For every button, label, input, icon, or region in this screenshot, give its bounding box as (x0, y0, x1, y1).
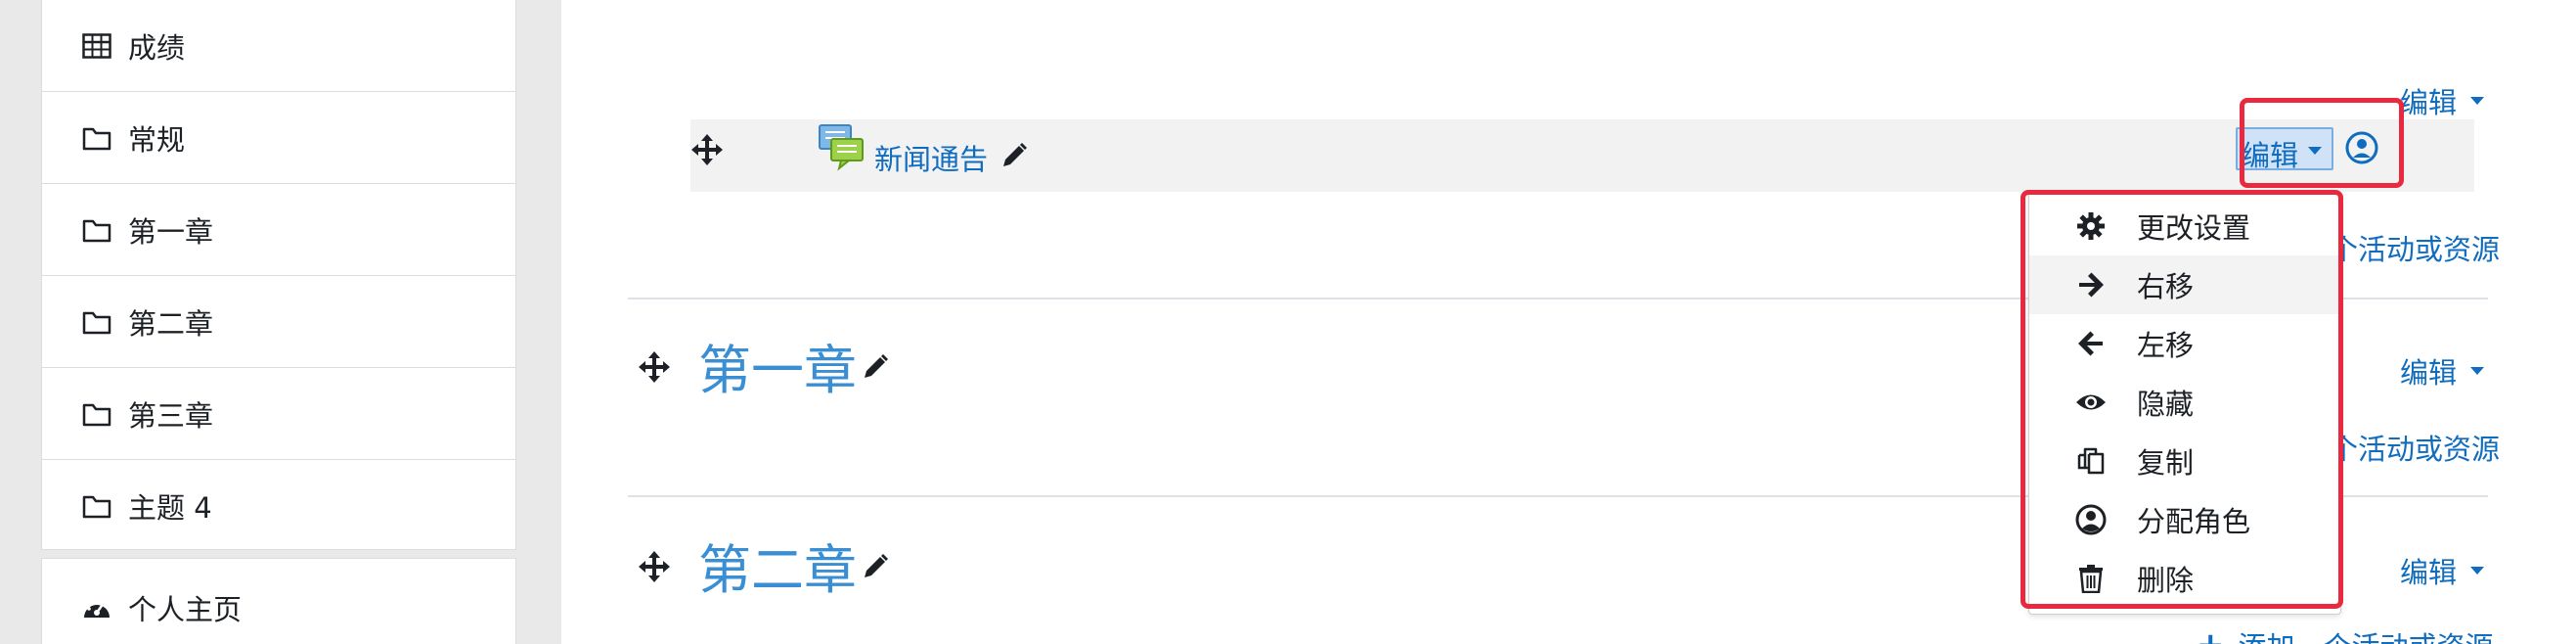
add-activity-link[interactable]: 个活动或资源 (2330, 427, 2500, 468)
folder-icon (81, 398, 112, 430)
highlight-box (2021, 190, 2343, 609)
sidebar-item-label: 第一章 (128, 214, 214, 249)
add-activity-link[interactable]: + 添加一个活动或资源 (2197, 624, 2494, 644)
sidebar-item-general[interactable]: 常规 (42, 92, 515, 184)
sidebar-item-label: 个人主页 (128, 593, 243, 626)
activity-row: 新闻通告 编辑 (690, 119, 2474, 192)
chevron-down-icon (2470, 567, 2485, 575)
sidebar-item-label: 第三章 (128, 398, 214, 433)
highlight-box (2240, 98, 2404, 188)
sidebar-item-label: 成绩 (128, 30, 186, 65)
site-nav: 个人主页 (41, 558, 516, 644)
sidebar-item-topic-4[interactable]: 主题 4 (42, 460, 515, 552)
folder-icon (81, 306, 112, 338)
section-edit-menu[interactable]: 编辑 (2400, 550, 2485, 591)
section-title[interactable]: 第二章 (698, 527, 857, 604)
sidebar-item-label: 常规 (128, 122, 186, 157)
sidebar-item-chapter-3[interactable]: 第三章 (42, 368, 515, 460)
pencil-icon[interactable] (999, 141, 1029, 174)
edit-label: 编辑 (2400, 86, 2458, 119)
sidebar-item-grades[interactable]: 成绩 (42, 0, 515, 92)
course-nav: 成绩 常规 第一章 第二章 第三章 主题 4 (41, 0, 516, 550)
chevron-down-icon (2470, 97, 2485, 105)
section-edit-menu[interactable]: 编辑 (2400, 80, 2485, 121)
folder-icon (81, 490, 112, 522)
folder-icon (81, 122, 112, 154)
dashboard-icon (81, 592, 112, 623)
edit-label: 编辑 (2400, 556, 2458, 589)
move-icon[interactable] (690, 133, 724, 170)
section-edit-menu[interactable]: 编辑 (2400, 350, 2485, 391)
sidebar-item-chapter-2[interactable]: 第二章 (42, 276, 515, 368)
add-activity-label: 添加一个活动或资源 (2239, 624, 2494, 644)
plus-icon: + (2197, 625, 2225, 644)
edit-label: 编辑 (2400, 356, 2458, 390)
chevron-down-icon (2470, 367, 2485, 375)
sidebar-item-dashboard[interactable]: 个人主页 (42, 559, 515, 644)
forum-icon (818, 123, 866, 178)
folder-icon (81, 214, 112, 246)
table-icon (81, 30, 112, 62)
pencil-icon[interactable] (861, 352, 890, 386)
sidebar-item-label: 第二章 (128, 306, 214, 341)
pencil-icon[interactable] (861, 552, 890, 585)
section-title[interactable]: 第一章 (698, 327, 857, 404)
sidebar-item-chapter-1[interactable]: 第一章 (42, 184, 515, 276)
move-icon[interactable] (638, 550, 671, 587)
sidebar: 成绩 常规 第一章 第二章 第三章 主题 4 个人主页 (41, 0, 516, 644)
sidebar-item-label: 主题 4 (128, 491, 212, 525)
add-activity-link[interactable]: 个活动或资源 (2330, 227, 2500, 268)
move-icon[interactable] (638, 350, 671, 388)
activity-link[interactable]: 新闻通告 (874, 137, 988, 178)
